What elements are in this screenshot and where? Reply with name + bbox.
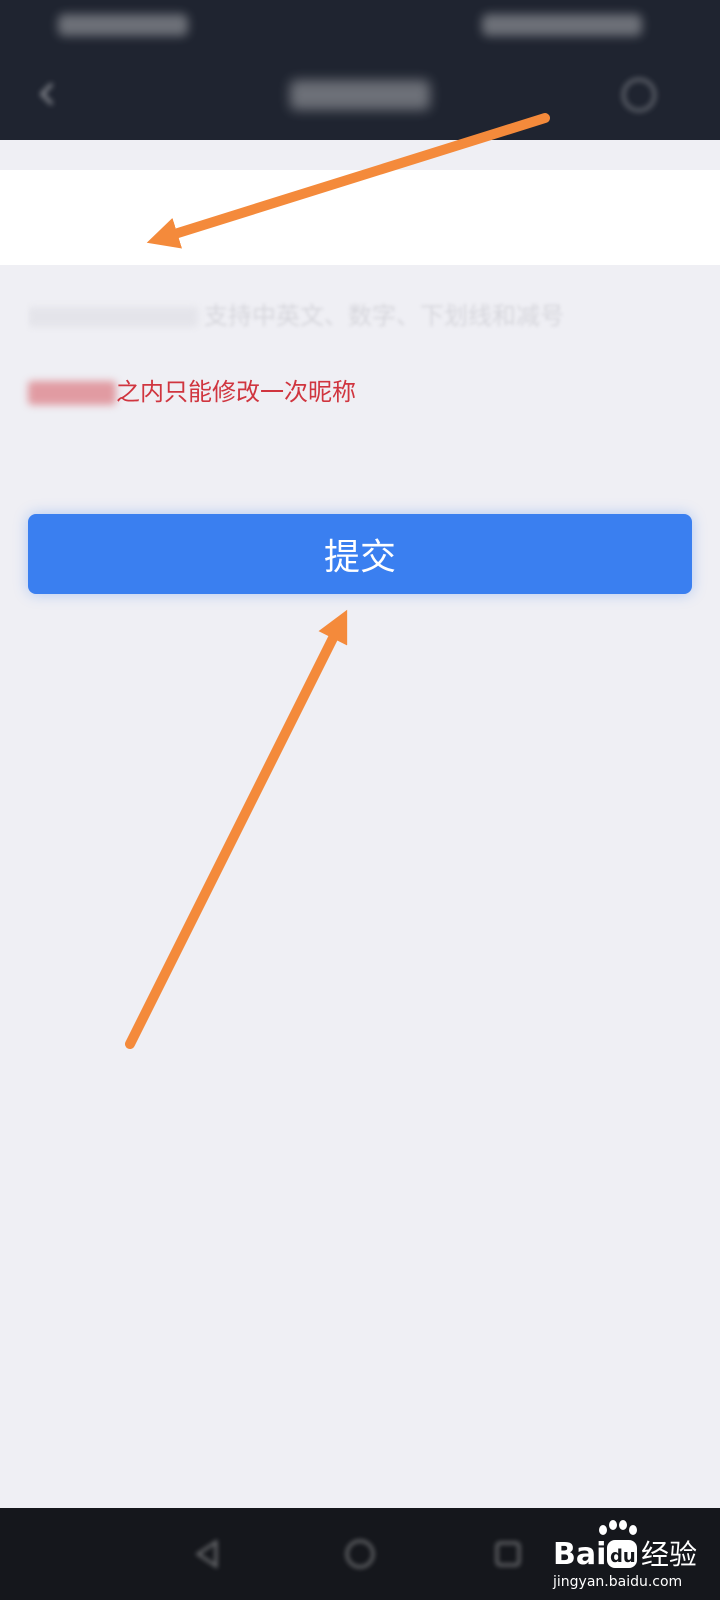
paw-logo-icon: Bai du 经验: [553, 1520, 697, 1572]
warning-text: 之内只能修改一次昵称: [116, 378, 356, 406]
nickname-hint: 支持中英文、数字、下划线和减号: [28, 296, 688, 331]
warning-redacted-text: [28, 381, 116, 405]
back-icon[interactable]: [34, 80, 62, 108]
home-circle-icon[interactable]: [342, 1536, 378, 1572]
svg-text:经验: 经验: [641, 1538, 697, 1571]
recents-square-icon[interactable]: [490, 1536, 526, 1572]
watermark-site-text: jingyan.baidu.com: [553, 1574, 683, 1590]
svg-text:du: du: [610, 1546, 636, 1567]
nav-bar: [0, 50, 720, 140]
status-bar-left-info: [58, 14, 188, 36]
arrow-to-submit: [125, 609, 348, 1049]
nickname-change-warning: 之内只能修改一次昵称: [28, 372, 356, 407]
submit-button[interactable]: 提交: [28, 514, 692, 594]
nickname-input-row: [0, 170, 720, 265]
hint-text: 支持中英文、数字、下划线和减号: [204, 302, 564, 330]
nickname-input[interactable]: [28, 198, 692, 240]
hint-redacted-text: [28, 307, 198, 327]
back-triangle-icon[interactable]: [190, 1536, 226, 1572]
svg-text:Bai: Bai: [553, 1537, 606, 1572]
page-title: [290, 80, 430, 110]
status-bar-right-info: [482, 14, 642, 36]
baidu-jingyan-watermark: Bai du 经验 jingyan.baidu.com: [553, 1518, 713, 1594]
settings-icon[interactable]: [622, 78, 656, 112]
status-bar: [0, 0, 720, 50]
